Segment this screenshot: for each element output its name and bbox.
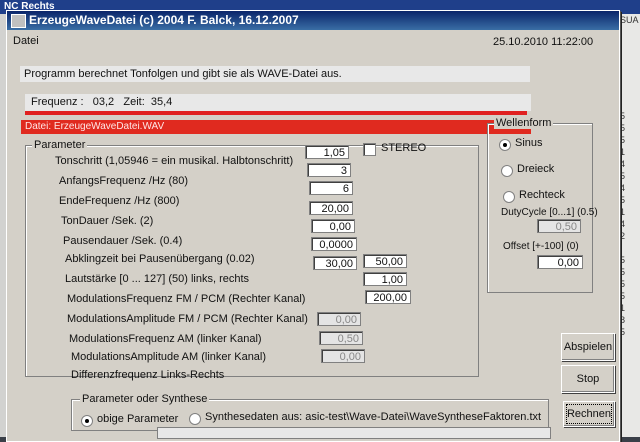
frequency-label: Frequenz : [31, 96, 84, 108]
parameter-group-title: Parameter [32, 139, 88, 151]
background-side-item: 4 [620, 219, 626, 229]
offset-input[interactable]: 0,00 [537, 255, 583, 269]
param-label-modamp-am: ModulationsAmplitude AM (linker Kanal) [71, 351, 267, 363]
background-side-item [618, 50, 640, 62]
stereo-label: STEREO [381, 142, 427, 154]
background-side-item: 5 [620, 255, 626, 265]
background-side-item [618, 86, 640, 98]
anfangsfrequenz-input[interactable]: 3 [307, 163, 351, 177]
background-side-item: 5 [620, 267, 626, 277]
radio-obige-parameter[interactable] [81, 415, 93, 427]
param-label-anfangsfrequenz: AnfangsFrequenz /Hz (80) [59, 175, 189, 187]
rechteck-label: Rechteck [519, 189, 565, 201]
background-side-item: 5 [620, 291, 626, 301]
lautstaerke-links-input[interactable]: 30,00 [313, 256, 357, 270]
file-name-bar: Datei: ErzeugeWaveDatei.WAV [21, 120, 531, 134]
background-side-item: 5 [620, 123, 626, 133]
modfreq-am-input[interactable]: 0,00 [317, 312, 361, 326]
title-bar[interactable]: ErzeugeWaveDatei (c) 2004 F. Balck, 16.1… [7, 11, 619, 30]
wellenform-group-title: Wellenform [494, 117, 554, 129]
background-side-item: SUA [620, 15, 639, 25]
param-label-differenzfrequenz: Differenzfrequenz Links-Rechts [71, 369, 225, 381]
background-side-item: 2 [620, 231, 626, 241]
menu-datei[interactable]: Datei [13, 35, 39, 47]
background-side-item: 5 [620, 279, 626, 289]
background-side-item [618, 74, 640, 86]
param-label-endefrequenz: EndeFrequenz /Hz (800) [59, 195, 180, 207]
main-window[interactable]: ErzeugeWaveDatei (c) 2004 F. Balck, 16.1… [6, 10, 620, 442]
obige-parameter-label: obige Parameter [97, 413, 179, 425]
param-label-tondauer: TonDauer /Sek. (2) [61, 215, 154, 227]
progress-bar [157, 427, 551, 439]
background-side-item: 5 [620, 135, 626, 145]
dutycycle-label: DutyCycle [0...1] (0.5) [501, 207, 598, 218]
radio-dreieck[interactable] [501, 165, 513, 177]
param-label-modfreq-fm: ModulationsFrequenz FM / PCM (Rechter Ka… [67, 293, 306, 305]
background-side-item: 5 [620, 327, 626, 337]
stop-button[interactable]: Stop [561, 365, 615, 393]
time-label: Zeit: [123, 96, 145, 108]
param-label-lautstaerke: Lautstärke [0 ... 127] (50) links, recht… [65, 273, 250, 285]
endefrequenz-input[interactable]: 6 [309, 181, 353, 195]
abklingzeit-input[interactable]: 0,0000 [311, 237, 357, 251]
background-side-item [618, 62, 640, 74]
background-side-item: 8 [620, 315, 626, 325]
rechnen-button[interactable]: Rechnen [563, 401, 615, 427]
param-label-tonschritt: Tonschritt (1,05946 = ein musikal. Halbt… [55, 155, 294, 167]
background-side-item [618, 26, 640, 38]
modamp-fm-input[interactable]: 200,00 [365, 290, 411, 304]
pausendauer-input[interactable]: 0,00 [311, 219, 355, 233]
background-side-item: 1 [620, 303, 626, 313]
background-side-item: 5 [620, 195, 626, 205]
param-label-pausendauer: Pausendauer /Sek. (0.4) [63, 235, 183, 247]
stereo-checkbox[interactable] [363, 143, 376, 156]
offset-label: Offset [+-100] (0) [503, 241, 579, 252]
radio-synthesedaten[interactable] [189, 413, 201, 425]
modamp-am-input[interactable]: 0,50 [319, 331, 363, 345]
background-side-item: 5 [620, 111, 626, 121]
background-side-item [618, 38, 640, 50]
background-side-item: 5 [620, 171, 626, 181]
radio-rechteck[interactable] [503, 191, 515, 203]
modfreq-fm-input[interactable]: 1,00 [363, 272, 407, 286]
sinus-label: Sinus [515, 137, 543, 149]
abspielen-button[interactable]: Abspielen [561, 333, 615, 361]
background-side-item: 4 [620, 159, 626, 169]
background-side-list: SUA 5 5 5 1 4 5 4 5 1 4 2 5 5 5 5 1 8 5 [617, 14, 640, 437]
dreieck-label: Dreieck [517, 163, 555, 175]
dutycycle-input[interactable]: 0,50 [537, 219, 581, 233]
background-side-item [618, 242, 640, 254]
info-banner: Programm berechnet Tonfolgen und gibt si… [20, 66, 530, 82]
background-side-item: 1 [620, 207, 626, 217]
frequency-display: Frequenz : 03,2 Zeit: 35,4 [25, 94, 531, 111]
param-label-modfreq-am: ModulationsFrequenz AM (linker Kanal) [69, 333, 262, 345]
synthese-group-title: Parameter oder Synthese [80, 393, 210, 405]
differenzfrequenz-input[interactable]: 0,00 [321, 349, 365, 363]
param-label-abklingzeit: Abklingzeit bei Pausenübergang (0.02) [65, 253, 255, 265]
tondauer-input[interactable]: 20,00 [309, 201, 353, 215]
status-red-bar [25, 111, 527, 115]
datetime-display: 25.10.2010 11:22:00 [493, 36, 594, 48]
window-title: ErzeugeWaveDatei (c) 2004 F. Balck, 16.1… [29, 13, 299, 27]
time-value: 35,4 [150, 96, 173, 108]
background-side-item: 1 [620, 147, 626, 157]
frequency-value: 03,2 [92, 96, 115, 108]
synthesedaten-label: Synthesedaten aus: asic-test\Wave-Datei\… [205, 411, 542, 423]
tonschritt-input[interactable]: 1,05 [305, 145, 349, 159]
param-label-modamp-fm: ModulationsAmplitude FM / PCM (Rechter K… [67, 313, 308, 325]
lautstaerke-rechts-input[interactable]: 50,00 [363, 254, 407, 268]
background-side-item: 4 [620, 183, 626, 193]
app-icon [11, 14, 26, 28]
radio-sinus[interactable] [499, 139, 511, 151]
background-side-item [618, 98, 640, 110]
